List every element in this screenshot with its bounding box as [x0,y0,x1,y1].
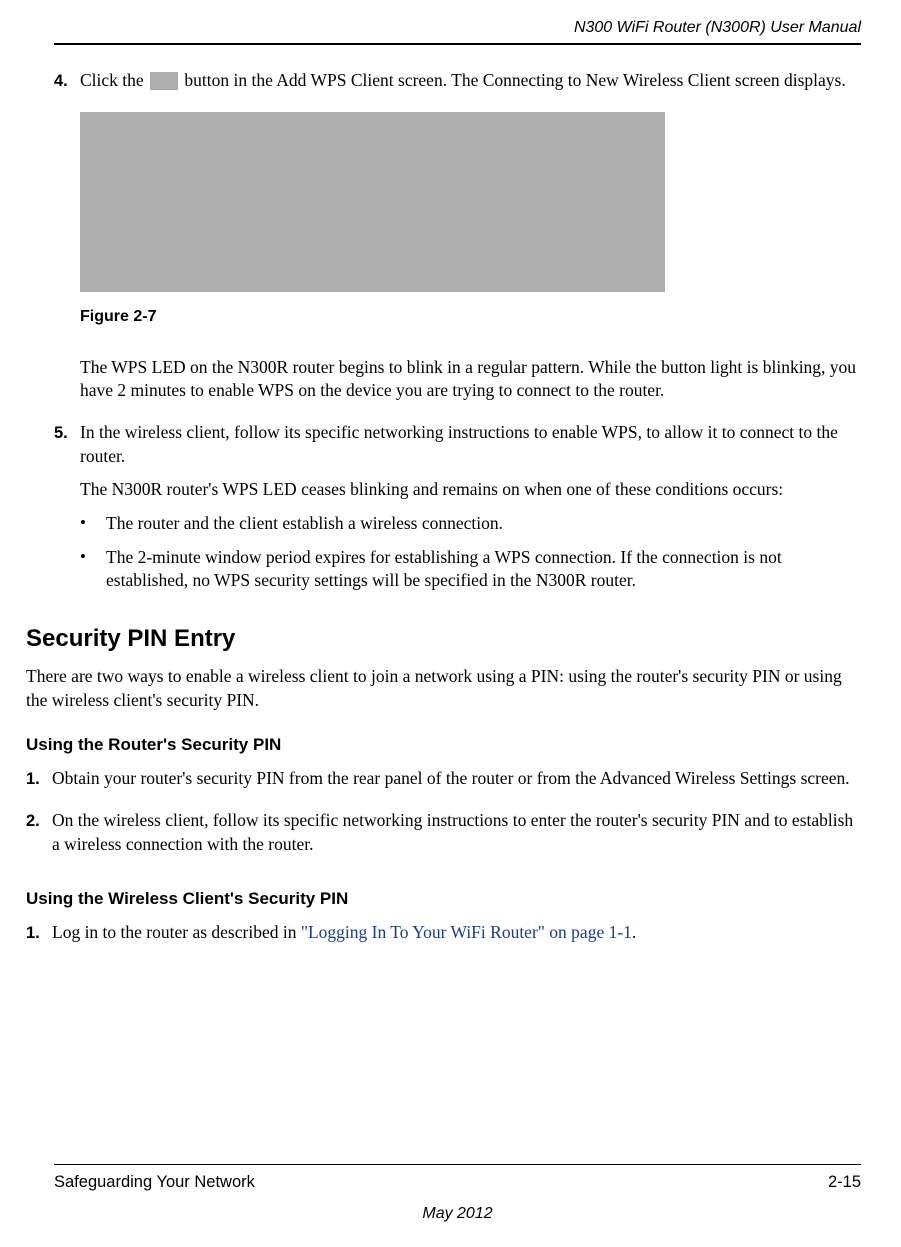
footer-page-number: 2-15 [828,1171,861,1193]
page-content: 4. Click the button in the Add WPS Clien… [54,45,861,955]
step-number: 2. [26,809,52,866]
step-text: Obtain your router's security PIN from t… [52,767,861,791]
figure-2-7-image [80,112,665,292]
step-5-para2: The N300R router's WPS LED ceases blinki… [80,478,861,502]
step-5: 5. In the wireless client, follow its sp… [54,421,861,601]
subsection-heading-router-pin: Using the Router's Security PIN [26,734,861,757]
figure-caption: Figure 2-7 [80,306,861,328]
text: . [632,922,636,942]
step-4: 4. Click the button in the Add WPS Clien… [54,69,861,413]
wps-button-icon [150,72,178,90]
step-text: On the wireless client, follow its speci… [52,809,861,856]
step-body: In the wireless client, follow its speci… [80,421,861,601]
footer-chapter-title: Safeguarding Your Network [54,1171,255,1193]
page-footer: Safeguarding Your Network 2-15 May 2012 [54,1164,861,1225]
step-4-para2: The WPS LED on the N300R router begins t… [80,356,861,403]
doc-title: N300 WiFi Router (N300R) User Manual [574,19,861,36]
footer-row: Safeguarding Your Network 2-15 [54,1164,861,1193]
cross-reference-link[interactable]: "Logging In To Your WiFi Router" on page… [301,922,632,942]
text: button in the Add WPS Client screen. The… [180,70,846,90]
bullet-item: • The router and the client establish a … [80,512,861,536]
bullet-item: • The 2-minute window period expires for… [80,546,861,593]
bullet-text: The router and the client establish a wi… [106,512,861,536]
section-intro: There are two ways to enable a wireless … [26,665,861,712]
step-4-text: Click the button in the Add WPS Client s… [80,69,861,93]
step-number: 4. [54,69,80,413]
bullet-mark: • [80,546,106,593]
text: Log in to the router as described in [52,922,301,942]
step-number: 1. [26,767,52,801]
step-number: 5. [54,421,80,601]
footer-date: May 2012 [54,1203,861,1225]
step-number: 1. [26,921,52,955]
sub1-step-2: 2. On the wireless client, follow its sp… [26,809,861,866]
section-heading-security-pin-entry: Security PIN Entry [26,623,861,655]
subsection-heading-client-pin: Using the Wireless Client's Security PIN [26,888,861,911]
page: N300 WiFi Router (N300R) User Manual 4. … [0,0,901,1247]
text: Click the [80,70,148,90]
sub2-step-1: 1. Log in to the router as described in … [26,921,861,955]
step-5-para1: In the wireless client, follow its speci… [80,421,861,468]
bullet-text: The 2-minute window period expires for e… [106,546,861,593]
step-body: Click the button in the Add WPS Client s… [80,69,861,413]
bullet-mark: • [80,512,106,536]
page-header: N300 WiFi Router (N300R) User Manual [54,17,861,45]
sub1-step-1: 1. Obtain your router's security PIN fro… [26,767,861,801]
step-text: Log in to the router as described in "Lo… [52,921,861,945]
